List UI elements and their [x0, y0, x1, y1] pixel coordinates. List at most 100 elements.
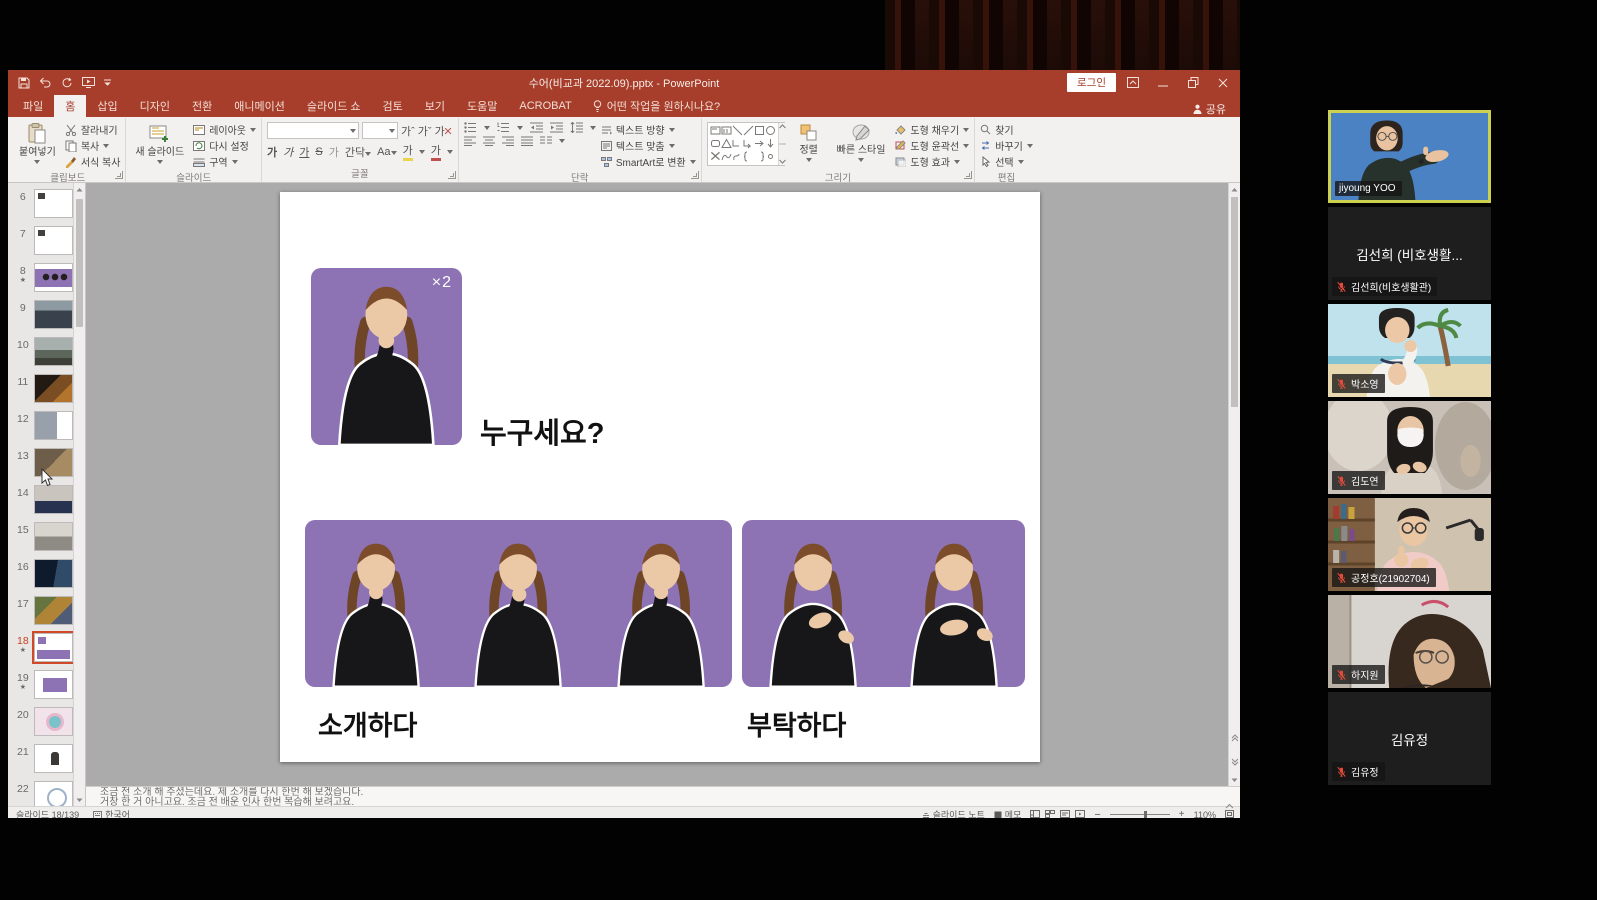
start-slideshow-icon[interactable]: [82, 77, 95, 88]
tab-home[interactable]: 홈: [54, 95, 86, 117]
slideshow-view-button[interactable]: [1075, 810, 1085, 819]
participant-tile-4[interactable]: 김도연: [1328, 401, 1491, 494]
tab-design[interactable]: 디자인: [129, 95, 181, 117]
notes-toggle[interactable]: 슬라이드 노트: [922, 808, 985, 818]
tab-view[interactable]: 보기: [414, 95, 456, 117]
select-button[interactable]: 선택: [980, 154, 1033, 169]
slide-thumbnail-21[interactable]: 21: [8, 744, 73, 781]
normal-view-button[interactable]: [1030, 810, 1040, 819]
previous-slide-button[interactable]: [1231, 729, 1239, 747]
text-direction-button[interactable]: 텍스트 방향: [601, 122, 696, 137]
decrease-indent-button[interactable]: [530, 122, 543, 133]
language-indicator[interactable]: 한국어: [93, 808, 130, 818]
convert-smartart-button[interactable]: SmartArt로 변환: [601, 154, 696, 169]
find-button[interactable]: 찾기: [980, 122, 1033, 137]
participant-tile-6[interactable]: 하지원: [1328, 595, 1491, 688]
align-text-button[interactable]: 텍스트 맞춤: [601, 138, 696, 153]
participant-tile-5[interactable]: 공정호(21902704): [1328, 498, 1491, 591]
participant-tile-3[interactable]: 박소영: [1328, 304, 1491, 397]
replace-button[interactable]: 바꾸기: [980, 138, 1033, 153]
tab-help[interactable]: 도움말: [456, 95, 508, 117]
copy-button[interactable]: 복사: [65, 138, 121, 153]
change-case-button[interactable]: Aa: [377, 146, 396, 158]
tab-animations[interactable]: 애니메이션: [223, 95, 296, 117]
font-name-combo[interactable]: [267, 122, 359, 139]
text-shadow-button[interactable]: 가: [329, 144, 339, 160]
new-slide-button[interactable]: 새 슬라이드: [131, 120, 188, 165]
align-right-button[interactable]: [502, 136, 514, 146]
notes-pane[interactable]: 조금 전 소개 해 주셨는데요. 제 소개를 다시 한번 해 보겠습니다. 거창…: [86, 786, 1240, 806]
format-painter-button[interactable]: 서식 복사: [65, 154, 121, 169]
shape-fill-button[interactable]: 도형 채우기: [894, 122, 969, 137]
zoom-percent[interactable]: 110%: [1194, 810, 1216, 819]
slide-thumbnail-18[interactable]: 18★: [8, 633, 73, 670]
font-dialog-launcher[interactable]: [448, 171, 456, 179]
question-textbox[interactable]: 누구세요?: [480, 410, 604, 452]
slide-thumbnail-6[interactable]: 6: [8, 189, 73, 226]
thumbnail-scroll-up-icon[interactable]: [74, 183, 85, 195]
drawing-dialog-launcher[interactable]: [964, 171, 972, 179]
zoom-out-button[interactable]: −: [1094, 812, 1100, 818]
shape-gallery[interactable]: [707, 122, 785, 166]
reset-button[interactable]: 다시 설정: [193, 138, 256, 153]
shape-gallery-scrollbar[interactable]: [778, 123, 786, 165]
slide-sorter-view-button[interactable]: [1045, 810, 1055, 819]
tab-insert[interactable]: 삽입: [86, 95, 128, 117]
scroll-up-icon[interactable]: [1229, 183, 1240, 195]
slide-thumbnail-9[interactable]: 9: [8, 300, 73, 337]
clear-formatting-button[interactable]: 가: [435, 123, 452, 139]
slide-thumbnail-19[interactable]: 19★: [8, 670, 73, 707]
slide-thumbnail-7[interactable]: 7: [8, 226, 73, 263]
thumbnail-scroll-down-icon[interactable]: [74, 794, 85, 806]
shrink-font-button[interactable]: 가ˇ: [418, 123, 432, 139]
line-spacing-button[interactable]: [570, 122, 583, 133]
underline-button[interactable]: 가: [299, 144, 309, 160]
align-center-button[interactable]: [483, 136, 495, 146]
participant-tile-7[interactable]: 김유정 김유정: [1328, 692, 1491, 785]
thumbnail-scrollbar[interactable]: [73, 183, 85, 806]
memo-toggle[interactable]: 메모: [994, 808, 1022, 818]
quick-styles-button[interactable]: 빠른 스타일: [833, 120, 890, 163]
ribbon-display-options-icon[interactable]: [1120, 73, 1146, 92]
redo-icon[interactable]: [61, 77, 73, 88]
slide-thumbnail-11[interactable]: 11: [8, 374, 73, 411]
numbering-button[interactable]: [497, 122, 510, 133]
qat-customize-icon[interactable]: [104, 79, 111, 87]
slide-thumbnail-13[interactable]: 13: [8, 448, 73, 485]
login-button[interactable]: 로그인: [1067, 73, 1116, 92]
slide-thumbnail-22[interactable]: 22: [8, 781, 73, 806]
cut-button[interactable]: 잘라내기: [65, 122, 121, 137]
font-color-button[interactable]: 가: [431, 142, 441, 161]
tab-file[interactable]: 파일: [12, 95, 54, 117]
shape-effects-button[interactable]: 도형 효과: [894, 154, 969, 169]
sign-image-request[interactable]: [742, 520, 1025, 687]
tab-acrobat[interactable]: ACROBAT: [508, 95, 582, 117]
bullets-button[interactable]: [464, 122, 477, 133]
slide-canvas[interactable]: ×2 누구세요?: [280, 192, 1040, 762]
tell-me-search[interactable]: 어떤 작업을 원하시나요?: [583, 95, 730, 117]
italic-button[interactable]: 가: [283, 144, 293, 160]
paste-button[interactable]: 붙여넣기: [15, 120, 60, 165]
shape-outline-button[interactable]: 도형 윤곽선: [894, 138, 969, 153]
columns-button[interactable]: [540, 136, 552, 146]
undo-icon[interactable]: [39, 77, 52, 88]
next-slide-button[interactable]: [1231, 753, 1239, 771]
slide-thumbnail-10[interactable]: 10: [8, 337, 73, 374]
restore-button[interactable]: [1180, 73, 1206, 92]
slide-thumbnail-12[interactable]: 12: [8, 411, 73, 448]
bold-button[interactable]: 가: [267, 144, 277, 160]
strikethrough-button[interactable]: S: [315, 146, 322, 158]
arrange-button[interactable]: 정렬: [790, 120, 828, 163]
save-icon[interactable]: [18, 77, 30, 89]
slide-thumbnail-16[interactable]: 16: [8, 559, 73, 596]
character-spacing-button[interactable]: 간닥: [345, 144, 371, 160]
minimize-button[interactable]: [1150, 73, 1176, 92]
justify-button[interactable]: [521, 136, 533, 146]
sign-image-introduce[interactable]: [305, 520, 732, 687]
tab-transitions[interactable]: 전환: [181, 95, 223, 117]
share-button[interactable]: 공유: [1193, 101, 1240, 117]
clipboard-dialog-launcher[interactable]: [115, 171, 123, 179]
sign-image-single[interactable]: ×2: [311, 268, 462, 445]
align-left-button[interactable]: [464, 136, 476, 146]
reading-view-button[interactable]: [1060, 810, 1070, 819]
